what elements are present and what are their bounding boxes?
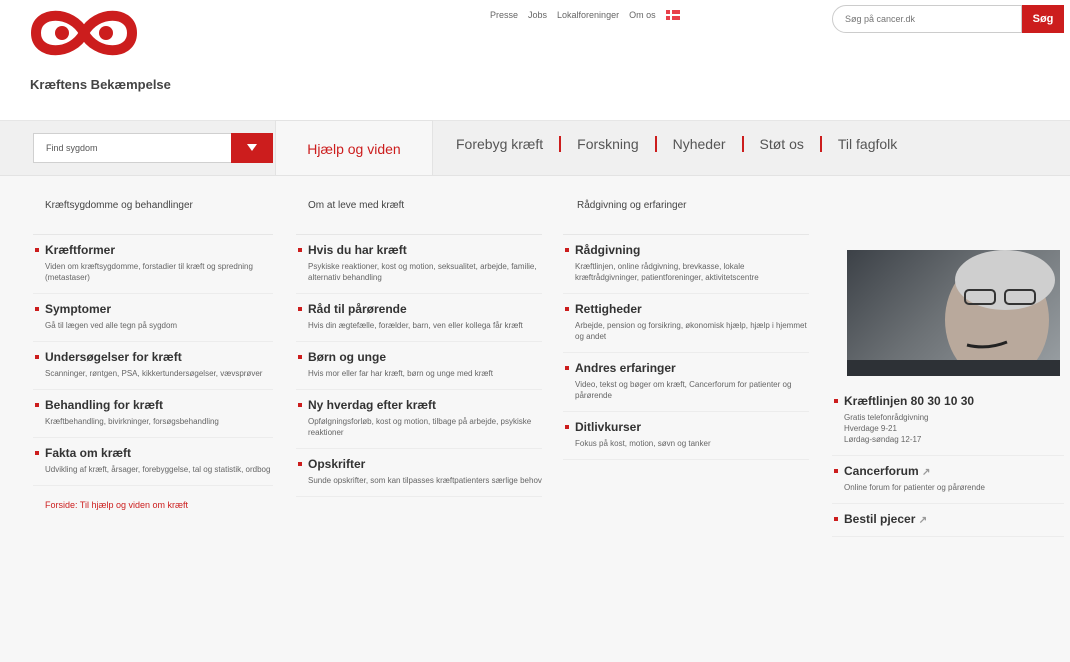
tab-stoet-os[interactable]: Støt os <box>760 136 804 152</box>
top-link-om-os[interactable]: Om os <box>629 10 656 20</box>
list-item[interactable]: Ny hverdag efter kræft Opfølgningsforløb… <box>296 390 542 449</box>
list-item[interactable]: Undersøgelser for kræft Scanninger, rønt… <box>33 342 273 390</box>
tab-divider <box>741 136 744 152</box>
top-links: Presse Jobs Lokalforeninger Om os <box>490 10 680 20</box>
list-item[interactable]: Kræftlinjen 80 30 10 30 Gratis telefonrå… <box>832 386 1064 456</box>
tab-divider <box>559 136 562 152</box>
item-title[interactable]: Rådgivning <box>563 243 809 257</box>
item-desc: Scanninger, røntgen, PSA, kikkertundersø… <box>45 369 263 378</box>
item-desc: Online forum for patienter og pårørende <box>844 483 985 492</box>
item-title[interactable]: Andres erfaringer <box>563 361 809 375</box>
item-title[interactable]: Cancerforum ↗ <box>832 464 1064 478</box>
list-item[interactable]: Rettigheder Arbejde, pension og forsikri… <box>563 294 809 353</box>
external-link-icon: ↗ <box>922 467 931 478</box>
item-title[interactable]: Symptomer <box>33 302 273 316</box>
item-desc: Sunde opskrifter, som kan tilpasses kræf… <box>308 476 542 485</box>
item-title[interactable]: Behandling for kræft <box>33 398 273 412</box>
kb-logo-icon[interactable] <box>28 4 140 62</box>
list-item[interactable]: Råd til pårørende Hvis din ægtefælle, fo… <box>296 294 542 342</box>
item-desc: Fokus på kost, motion, søvn og tanker <box>575 439 711 448</box>
item-desc: Kræftbehandling, bivirkninger, forsøgsbe… <box>45 417 219 426</box>
item-desc: Gå til lægen ved alle tegn på sygdom <box>45 321 178 330</box>
chevron-down-icon[interactable] <box>231 133 273 163</box>
item-desc: Udvikling af kræft, årsager, forebyggels… <box>45 465 271 474</box>
mega-menu-panel: Kræftsygdomme og behandlinger Kræftforme… <box>0 175 1070 662</box>
brand-name: Kræftens Bekæmpelse <box>30 77 171 92</box>
item-title-text[interactable]: Cancerforum <box>844 464 919 478</box>
item-title[interactable]: Rettigheder <box>563 302 809 316</box>
item-title-text[interactable]: Bestil pjecer <box>844 512 915 526</box>
column-heading: Kræftsygdomme og behandlinger <box>33 176 273 235</box>
list-item[interactable]: Cancerforum ↗ Online forum for patienter… <box>832 456 1064 504</box>
column-heading: Om at leve med kræft <box>296 176 542 235</box>
column-heading: Rådgivning og erfaringer <box>563 176 809 235</box>
item-title[interactable]: Opskrifter <box>296 457 542 471</box>
tab-divider <box>654 136 657 152</box>
item-title[interactable]: Hvis du har kræft <box>296 243 542 257</box>
search-button[interactable]: Søg <box>1022 5 1064 33</box>
item-title[interactable]: Undersøgelser for kræft <box>33 350 273 364</box>
item-title[interactable]: Fakta om kræft <box>33 446 273 460</box>
item-title[interactable]: Kræftformer <box>33 243 273 257</box>
list-item[interactable]: Bestil pjecer ↗ <box>832 504 1064 537</box>
find-disease-select[interactable]: Find sygdom <box>33 133 273 163</box>
item-desc: Video, tekst og bøger om kræft, Cancerfo… <box>575 380 792 400</box>
counselor-photo <box>847 250 1060 376</box>
list-item[interactable]: Kræftformer Viden om kræftsygdomme, fors… <box>33 235 273 294</box>
english-flag-icon[interactable] <box>665 10 680 20</box>
top-link-jobs[interactable]: Jobs <box>528 10 547 20</box>
tab-forebyg[interactable]: Forebyg kræft <box>456 136 543 152</box>
tab-nyheder[interactable]: Nyheder <box>673 136 726 152</box>
item-desc: Hverdage 9-21 <box>844 424 897 433</box>
top-link-lokalforeninger[interactable]: Lokalforeninger <box>557 10 619 20</box>
item-title[interactable]: Ny hverdag efter kræft <box>296 398 542 412</box>
list-item[interactable]: Ditlivkurser Fokus på kost, motion, søvn… <box>563 412 809 460</box>
item-desc: Opfølgningsforløb, kost og motion, tilba… <box>308 417 532 437</box>
select-placeholder: Find sygdom <box>46 143 98 153</box>
column-kraeftsygdomme: Kræftsygdomme og behandlinger Kræftforme… <box>33 176 273 512</box>
item-desc: Hvis din ægtefælle, forælder, barn, ven … <box>308 321 523 330</box>
item-title[interactable]: Kræftlinjen 80 30 10 30 <box>832 394 1064 408</box>
list-item[interactable]: Rådgivning Kræftlinjen, online rådgivnin… <box>563 235 809 294</box>
search-input[interactable] <box>832 5 1022 33</box>
tab-forskning[interactable]: Forskning <box>577 136 638 152</box>
overview-link[interactable]: Forside: Til hjælp og viden om kræft <box>33 486 273 512</box>
list-item[interactable]: Opskrifter Sunde opskrifter, som kan til… <box>296 449 542 497</box>
item-title[interactable]: Råd til pårørende <box>296 302 542 316</box>
tab-divider <box>819 136 822 152</box>
list-item[interactable]: Symptomer Gå til lægen ved alle tegn på … <box>33 294 273 342</box>
item-title[interactable]: Bestil pjecer ↗ <box>832 512 1064 526</box>
column-raadgivning: Rådgivning og erfaringer Rådgivning Kræf… <box>563 176 809 460</box>
item-desc: Psykiske reaktioner, kost og motion, sek… <box>308 262 537 282</box>
item-desc: Hvis mor eller far har kræft, børn og un… <box>308 369 493 378</box>
item-desc: Lørdag-søndag 12-17 <box>844 435 922 444</box>
item-title[interactable]: Ditlivkurser <box>563 420 809 434</box>
item-desc: Viden om kræftsygdomme, forstadier til k… <box>45 262 253 282</box>
list-item[interactable]: Hvis du har kræft Psykiske reaktioner, k… <box>296 235 542 294</box>
column-leve-med-kraeft: Om at leve med kræft Hvis du har kræft P… <box>296 176 542 497</box>
item-title[interactable]: Børn og unge <box>296 350 542 364</box>
list-item[interactable]: Børn og unge Hvis mor eller far har kræf… <box>296 342 542 390</box>
external-link-icon: ↗ <box>918 515 928 526</box>
list-item[interactable]: Behandling for kræft Kræftbehandling, bi… <box>33 390 273 438</box>
tab-hjaelp-og-viden[interactable]: Hjælp og viden <box>275 120 433 176</box>
list-item[interactable]: Andres erfaringer Video, tekst og bøger … <box>563 353 809 412</box>
item-desc: Arbejde, pension og forsikring, økonomis… <box>575 321 807 341</box>
column-contact: Kræftlinjen 80 30 10 30 Gratis telefonrå… <box>832 386 1064 537</box>
list-item[interactable]: Fakta om kræft Udvikling af kræft, årsag… <box>33 438 273 486</box>
item-desc: Kræftlinjen, online rådgivning, brevkass… <box>575 262 759 282</box>
top-link-presse[interactable]: Presse <box>490 10 518 20</box>
item-desc: Gratis telefonrådgivning <box>844 413 929 422</box>
tab-til-fagfolk[interactable]: Til fagfolk <box>838 136 897 152</box>
